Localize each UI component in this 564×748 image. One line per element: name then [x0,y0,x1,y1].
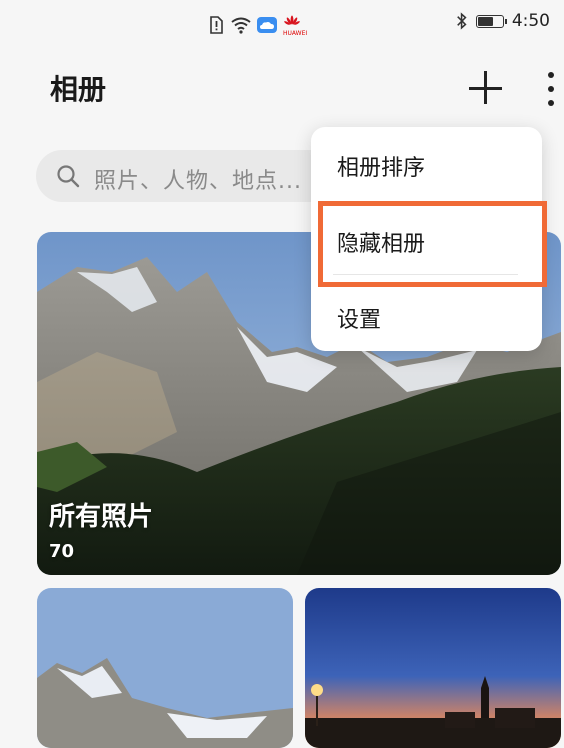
wifi-icon [231,17,251,34]
page-title: 相册 [50,73,107,106]
status-left-icons: HUAWEI [207,12,307,37]
carrier-mark: HUAWEI [283,30,308,37]
album-name: 所有照片 [49,502,154,532]
album-cover-city-sunset [305,588,561,748]
album-count: 70 [49,541,75,562]
alert-sim-icon [210,15,223,34]
cloud-icon [257,16,277,33]
huawei-flower-icon [284,15,300,25]
more-vertical-icon[interactable] [540,70,564,110]
album-cover-mountain [37,588,293,748]
search-placeholder: 照片、人物、地点... [94,169,302,194]
bluetooth-icon [456,12,467,30]
menu-item-sort-albums[interactable]: 相册排序 [337,150,425,182]
search-icon [57,165,80,188]
huawei-logo: HUAWEI [283,12,307,37]
album-card[interactable] [37,588,293,748]
status-right: 4:50 [456,11,550,31]
highlight-box [318,201,547,287]
album-card[interactable] [305,588,561,748]
plus-icon[interactable] [469,70,505,106]
battery-icon [475,14,507,28]
status-bar: HUAWEI 4:50 [0,0,564,44]
status-time: 4:50 [511,11,550,31]
menu-item-settings[interactable]: 设置 [337,302,381,334]
